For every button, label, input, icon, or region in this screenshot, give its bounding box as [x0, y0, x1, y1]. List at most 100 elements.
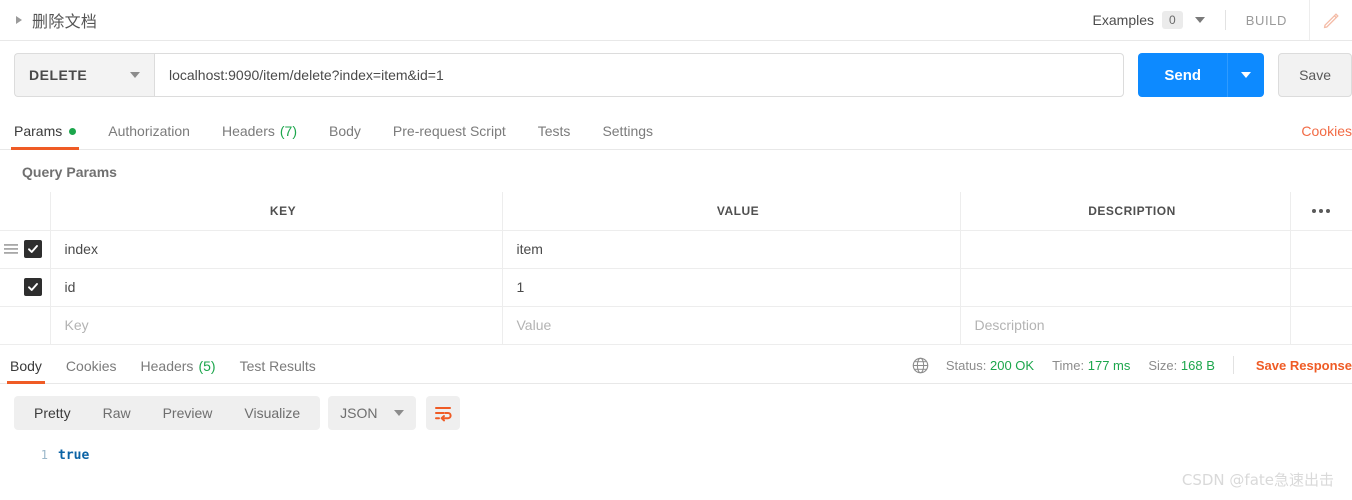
dot	[1312, 208, 1316, 213]
row-value-cell[interactable]: item	[502, 230, 961, 269]
title-left-group: 删除文档	[0, 8, 97, 32]
tab-settings-label: Settings	[602, 123, 654, 139]
header-description: DESCRIPTION	[960, 192, 1291, 231]
tab-params[interactable]: Params	[10, 123, 80, 150]
table-row-empty: Key Value Description	[0, 306, 1352, 345]
tab-authorization[interactable]: Authorization	[108, 123, 190, 149]
response-tab-cookies-label: Cookies	[65, 357, 117, 374]
response-tab-cookies[interactable]: Cookies	[66, 358, 117, 383]
dot	[1326, 208, 1330, 213]
url-bar: DELETE localhost:9090/item/delete?index=…	[0, 41, 1352, 109]
save-button[interactable]: Save	[1278, 53, 1352, 97]
request-url-input[interactable]: localhost:9090/item/delete?index=item&id…	[154, 53, 1125, 97]
caret-right-icon[interactable]	[16, 16, 22, 24]
row-key-cell[interactable]: id	[50, 268, 503, 307]
http-method-select[interactable]: DELETE	[14, 53, 154, 97]
row-value-cell[interactable]: 1	[502, 268, 961, 307]
edit-pencil-button[interactable]	[1309, 0, 1352, 40]
watermark: CSDN @fate急速出击	[1181, 471, 1334, 489]
tab-headers[interactable]: Headers (7)	[222, 123, 297, 149]
tab-tests[interactable]: Tests	[538, 123, 571, 149]
pencil-icon	[1323, 13, 1339, 29]
cookies-link[interactable]: Cookies	[1301, 123, 1352, 139]
table-header-row: KEY VALUE DESCRIPTION Bulk Edit	[0, 192, 1352, 231]
save-response-button[interactable]: Save Response	[1256, 358, 1352, 373]
row-actions-cell	[1290, 268, 1352, 307]
send-button[interactable]: Send	[1138, 53, 1228, 97]
build-button[interactable]: BUILD	[1246, 13, 1287, 28]
response-format-bar: Pretty Raw Preview Visualize JSON	[0, 384, 1352, 440]
view-preview-button[interactable]: Preview	[147, 396, 229, 430]
header-select-all-cell	[0, 192, 51, 231]
check-icon	[27, 283, 38, 291]
row-description-cell[interactable]	[960, 268, 1291, 307]
response-tab-headers-count: (5)	[198, 357, 216, 374]
examples-chevron-down-icon[interactable]	[1194, 17, 1205, 23]
view-pretty-button[interactable]: Pretty	[18, 396, 87, 430]
check-icon	[27, 245, 38, 253]
status-badge: Status: 200 OK	[946, 358, 1034, 373]
response-tab-body[interactable]: Body	[7, 358, 45, 384]
response-tab-headers[interactable]: Headers (5)	[141, 358, 216, 383]
row-checkbox[interactable]	[23, 278, 42, 296]
tab-authorization-label: Authorization	[108, 123, 190, 139]
row-key-cell[interactable]: index	[50, 230, 503, 269]
empty-row-value-cell[interactable]: Value	[502, 306, 961, 345]
globe-icon	[912, 357, 929, 373]
title-right-group: Examples 0 BUILD	[1093, 0, 1352, 40]
row-checkbox[interactable]	[23, 240, 42, 258]
response-tab-bar: Body Cookies Headers (5) Test Results St…	[0, 345, 1352, 384]
tab-pre-request-script-label: Pre-request Script	[392, 123, 506, 139]
empty-row-actions-cell	[1290, 306, 1352, 345]
response-body-viewer[interactable]: 1 true	[0, 440, 1352, 463]
drag-handle-icon[interactable]	[4, 243, 18, 255]
empty-row-key-cell[interactable]: Key	[50, 306, 503, 345]
response-tab-test-results[interactable]: Test Results	[240, 358, 316, 383]
tab-settings[interactable]: Settings	[602, 123, 653, 149]
globe-button[interactable]	[911, 356, 930, 375]
query-params-title: Query Params	[22, 164, 117, 180]
response-tab-headers-label: Headers	[140, 357, 194, 374]
row-key-value: index	[64, 241, 98, 257]
empty-row-key-placeholder: Key	[64, 317, 89, 333]
row-description-cell[interactable]	[960, 230, 1291, 269]
line-number-gutter: 1	[14, 448, 58, 463]
empty-row-description-cell[interactable]: Description	[960, 306, 1291, 345]
time-value: 177 ms	[1087, 357, 1131, 373]
tab-params-label: Params	[14, 123, 63, 139]
code-line: true	[58, 447, 90, 463]
send-options-button[interactable]	[1227, 53, 1265, 97]
tab-pre-request-script[interactable]: Pre-request Script	[393, 123, 506, 149]
tab-tests-label: Tests	[537, 123, 571, 139]
row-checkbox-wrap	[0, 269, 50, 306]
header-value: VALUE	[502, 192, 961, 231]
empty-row-value-placeholder: Value	[516, 317, 552, 333]
response-tab-test-results-label: Test Results	[239, 357, 316, 374]
table-row: index item	[0, 230, 1352, 269]
size-label: Size:	[1148, 357, 1178, 373]
titlebar-divider	[1224, 10, 1226, 30]
page-title: 删除文档	[32, 14, 98, 31]
row-value-value: item	[516, 241, 543, 257]
response-meta-bar: Status: 200 OK Time: 177 ms Size: 168 B …	[911, 356, 1352, 375]
code-content: true	[58, 448, 89, 463]
request-tab-bar: Params Authorization Headers (7) Body Pr…	[0, 109, 1352, 150]
chevron-down-icon	[130, 72, 140, 78]
examples-label: Examples	[1092, 12, 1155, 28]
empty-row-select-cell	[0, 306, 51, 345]
word-wrap-button[interactable]	[425, 395, 460, 430]
tab-body[interactable]: Body	[329, 123, 361, 149]
tab-headers-label: Headers	[221, 123, 275, 139]
header-key: KEY	[50, 192, 503, 231]
view-visualize-button[interactable]: Visualize	[228, 396, 316, 430]
view-raw-button[interactable]: Raw	[87, 396, 147, 430]
size-value: 168 B	[1180, 357, 1215, 373]
header-description-label: DESCRIPTION	[1088, 203, 1176, 218]
ellipsis-icon	[1291, 192, 1352, 230]
params-more-options-button[interactable]	[1290, 192, 1352, 231]
response-meta-divider	[1232, 356, 1234, 374]
postman-request-window: 删除文档 Examples 0 BUILD DELETE localhost:9…	[0, 0, 1352, 500]
word-wrap-icon	[434, 406, 452, 421]
response-language-select[interactable]: JSON	[328, 395, 416, 430]
chevron-down-icon	[393, 409, 404, 416]
